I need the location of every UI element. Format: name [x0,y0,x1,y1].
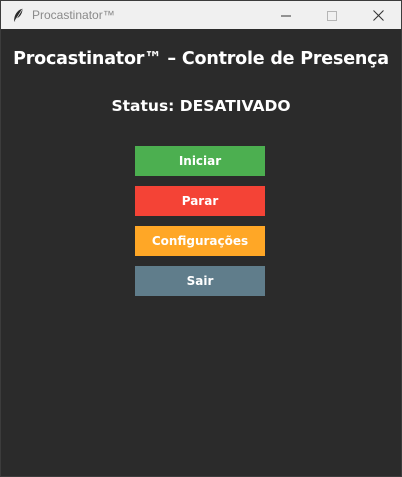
close-button[interactable] [355,1,401,29]
stop-button[interactable]: Parar [135,186,265,216]
app-window: Procastinator™ Procastinator™ – Controle… [0,0,402,477]
main-content: Procastinator™ – Controle de Presença St… [1,29,401,477]
close-icon [372,6,384,25]
window-title: Procastinator™ [32,8,115,22]
start-button[interactable]: Iniciar [135,146,265,176]
maximize-button[interactable] [309,1,355,29]
page-title: Procastinator™ – Controle de Presença [13,49,389,69]
minimize-button[interactable] [263,1,309,29]
feather-icon [10,7,26,23]
minimize-icon [281,6,291,25]
maximize-icon [327,6,337,25]
status-label: Status: DESATIVADO [111,97,291,115]
title-bar[interactable]: Procastinator™ [1,1,401,29]
exit-button[interactable]: Sair [135,266,265,296]
window-controls [263,1,401,29]
settings-button[interactable]: Configurações [135,226,265,256]
